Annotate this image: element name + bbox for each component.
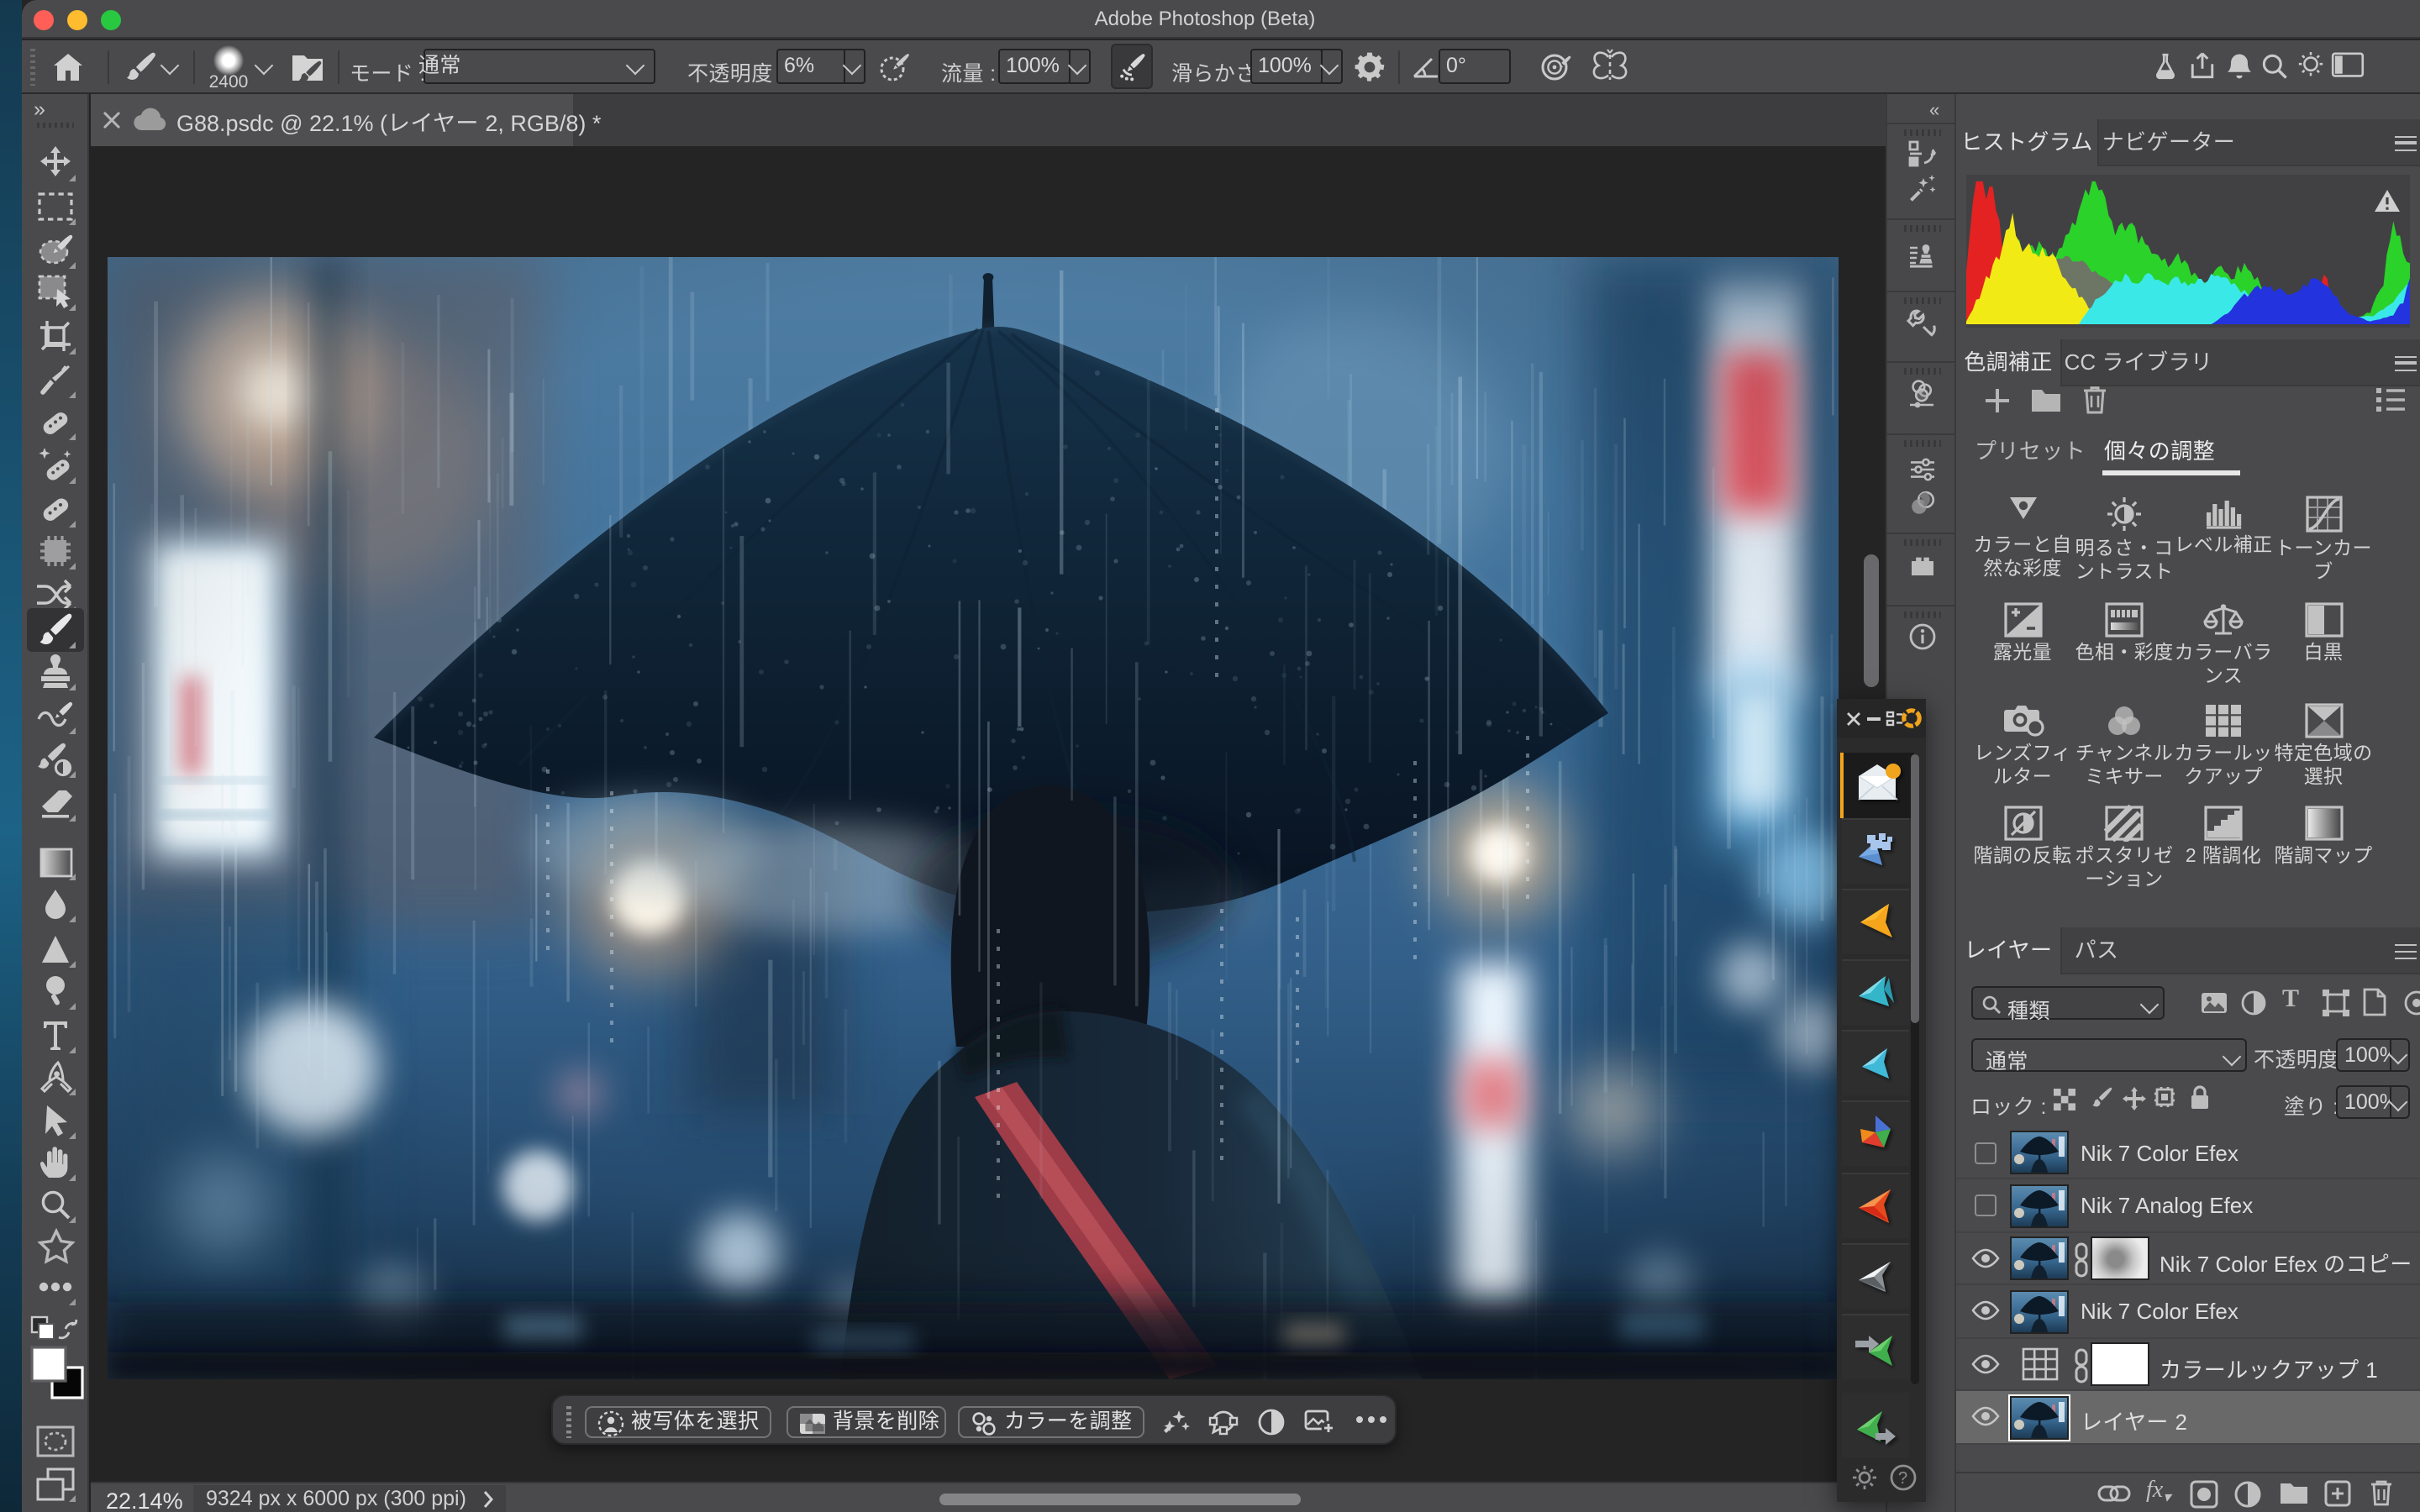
svg-text:?: ?	[1897, 1469, 1907, 1488]
